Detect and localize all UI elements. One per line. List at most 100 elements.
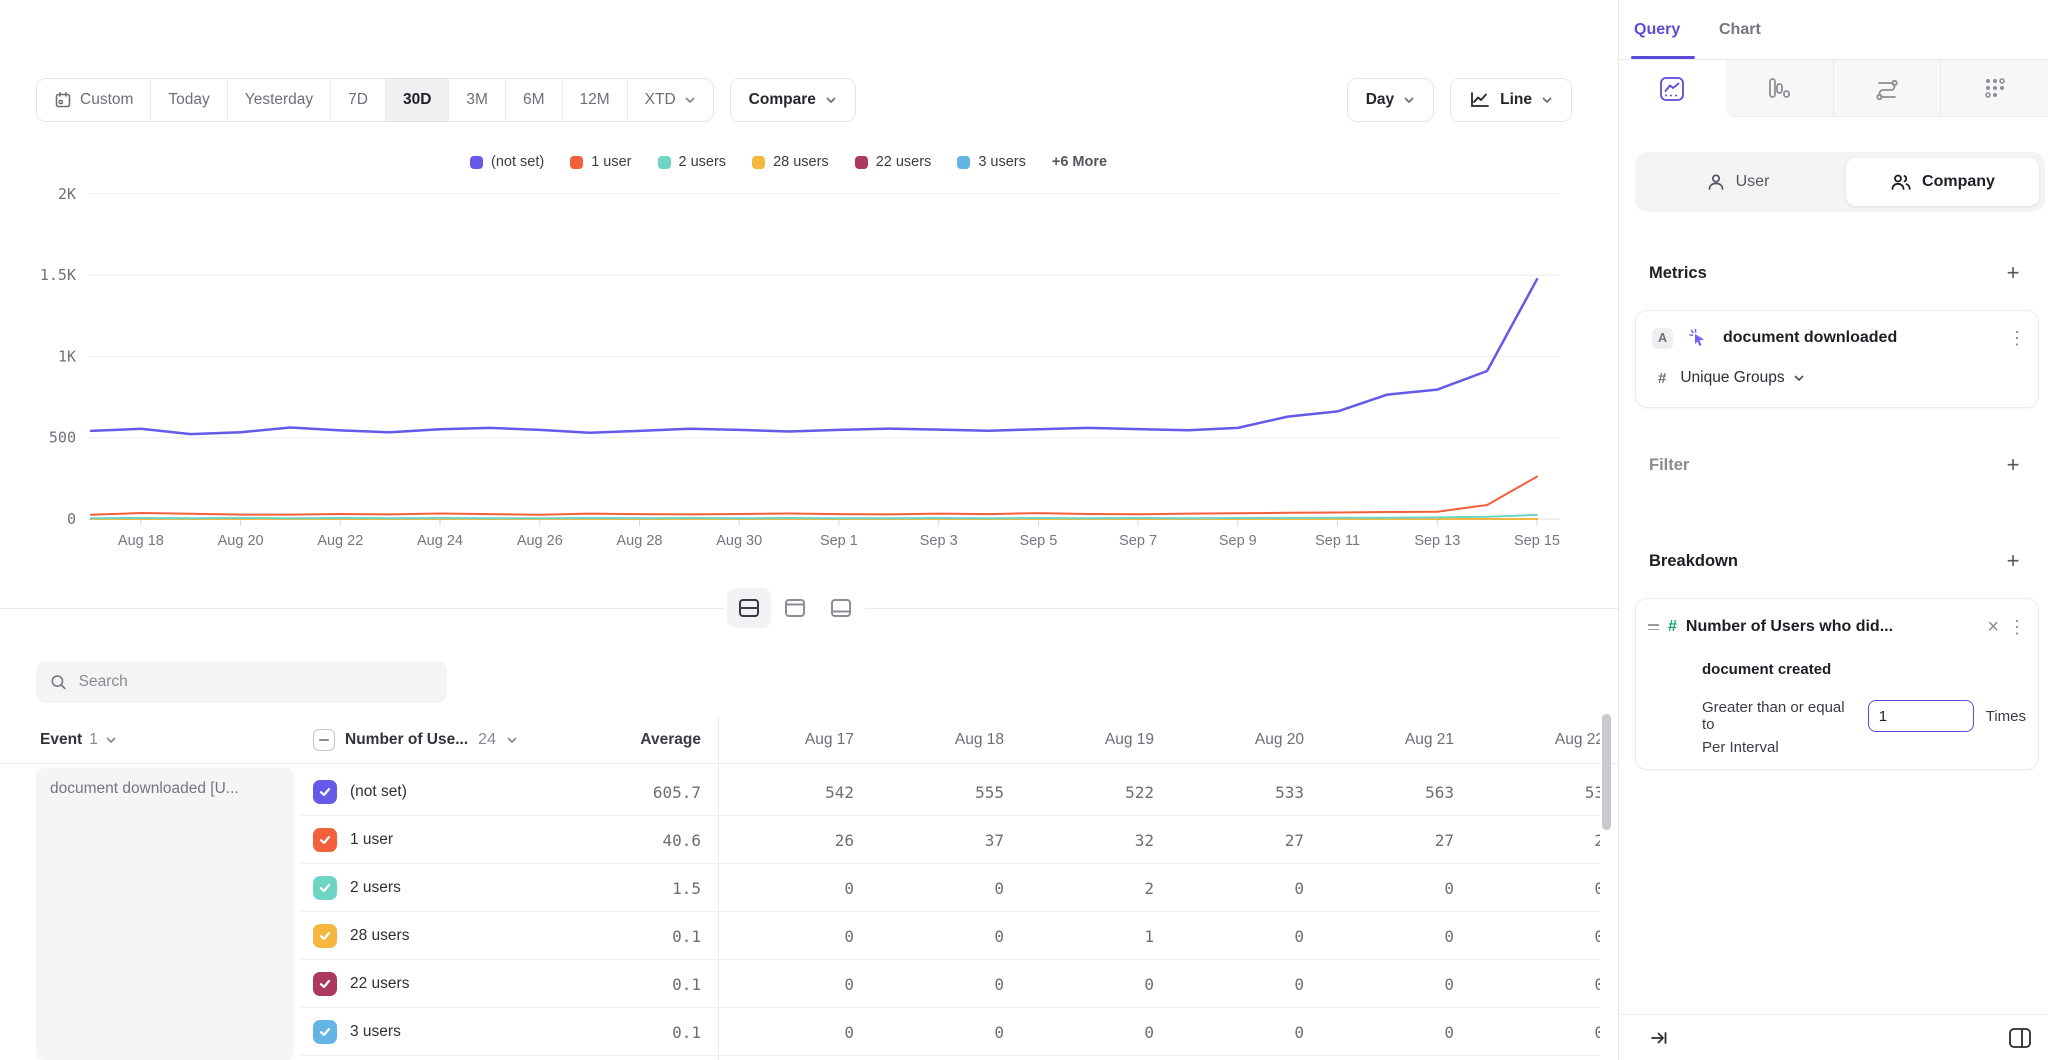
series-checkbox[interactable] <box>313 924 337 948</box>
legend-item[interactable]: 28 users <box>752 154 829 170</box>
legend-item[interactable]: 2 users <box>658 154 727 170</box>
table-row[interactable]: (not set)605.754255552253356353 <box>0 768 1618 816</box>
legend-swatch <box>957 156 970 169</box>
table-bottom-view-button[interactable] <box>819 588 863 628</box>
number-property-icon: # <box>1668 618 1677 636</box>
times-value-input[interactable] <box>1868 700 1974 732</box>
range-option-12m[interactable]: 12M <box>563 79 628 121</box>
range-option-today[interactable]: Today <box>151 79 227 121</box>
legend-item[interactable]: 22 users <box>855 154 932 170</box>
range-option-7d[interactable]: 7D <box>331 79 386 121</box>
table-row[interactable]: 28 users0.1001000 <box>0 912 1618 960</box>
tab-chart[interactable]: Chart <box>1719 0 1761 60</box>
value-cell: 1 <box>1018 912 1168 960</box>
dots-grid-type-button[interactable] <box>1940 60 2048 117</box>
table-row[interactable]: 22 users0.1000000 <box>0 960 1618 1008</box>
company-toggle-option[interactable]: Company <box>1846 158 2039 206</box>
flow-chart-icon <box>1874 75 1900 101</box>
chart-type-dropdown[interactable]: Line <box>1450 78 1572 122</box>
query-panel: Query Chart User Company Metrics + A <box>1618 0 2048 1060</box>
add-metric-button[interactable]: + <box>2000 260 2026 286</box>
value-cell: 0 <box>1018 1008 1168 1056</box>
tab-query[interactable]: Query <box>1634 0 1680 60</box>
legend-item[interactable]: 3 users <box>957 154 1026 170</box>
legend-label: 3 users <box>978 154 1026 170</box>
vertical-scrollbar[interactable] <box>1602 714 1611 830</box>
event-column-header[interactable]: Event 1 <box>40 716 117 764</box>
range-option-30d[interactable]: 30D <box>386 79 449 121</box>
per-interval-label[interactable]: Per Interval <box>1702 739 1779 756</box>
user-toggle-option[interactable]: User <box>1641 158 1834 206</box>
table-top-view-button[interactable] <box>773 588 817 628</box>
range-option-3m[interactable]: 3M <box>449 79 506 121</box>
chevron-down-icon <box>1541 94 1553 106</box>
table-row[interactable]: 2 users1.5002000 <box>0 864 1618 912</box>
series-label: (not set) <box>350 768 407 816</box>
value-cell: 0 <box>1318 1008 1468 1056</box>
series-label: 2 users <box>350 864 401 912</box>
split-view-button[interactable] <box>727 588 771 628</box>
date-column-header: Aug 21 <box>1318 716 1468 764</box>
split-view-icon[interactable] <box>2008 1027 2032 1049</box>
value-cell: 2 <box>1468 816 1600 864</box>
add-filter-button[interactable]: + <box>2000 452 2026 478</box>
series-column-label[interactable]: Number of Use... <box>345 731 468 749</box>
interval-dropdown[interactable]: Day <box>1347 78 1434 122</box>
svg-text:Sep 13: Sep 13 <box>1414 533 1460 549</box>
add-breakdown-button[interactable]: + <box>2000 548 2026 574</box>
check-icon <box>318 1025 332 1039</box>
legend-swatch <box>570 156 583 169</box>
svg-text:500: 500 <box>49 429 76 447</box>
chart-toolbar: CustomTodayYesterday7D30D 3M 6M12MXTD Comp… <box>0 78 1618 122</box>
series-checkbox[interactable] <box>313 780 337 804</box>
value-cell: 533 <box>1168 768 1318 816</box>
range-option-xtd[interactable]: XTD <box>628 79 713 121</box>
company-icon <box>1890 172 1912 192</box>
measure-dropdown[interactable]: Unique Groups <box>1680 369 1804 387</box>
flow-chart-type-button[interactable] <box>1833 60 1941 117</box>
measure-hash-icon: # <box>1658 370 1666 387</box>
range-option-yesterday[interactable]: Yesterday <box>228 79 331 121</box>
average-cell: 0.1 <box>555 912 701 960</box>
table-row[interactable]: 3 users0.1000000 <box>0 1008 1618 1056</box>
check-icon <box>318 785 332 799</box>
series-checkbox[interactable] <box>313 1020 337 1044</box>
metric-menu-icon[interactable]: ⋮ <box>2008 329 2026 347</box>
close-icon[interactable]: × <box>1987 617 1999 637</box>
legend-item[interactable]: 1 user <box>570 154 631 170</box>
average-cell: 0.1 <box>555 960 701 1008</box>
range-option-label: 3M <box>466 91 488 109</box>
value-cell: 27 <box>1168 816 1318 864</box>
breakdown-menu-icon[interactable]: ⋮ <box>2008 618 2026 636</box>
range-option-custom[interactable]: Custom <box>37 79 151 121</box>
average-column-header: Average <box>640 731 701 749</box>
panel-tabs: Query Chart <box>1619 0 2048 60</box>
breakdown-title[interactable]: Number of Users who did... <box>1686 618 1978 636</box>
table-row[interactable]: 1 user40.626373227272 <box>0 816 1618 864</box>
series-checkbox[interactable] <box>313 876 337 900</box>
svg-text:Sep 7: Sep 7 <box>1119 533 1157 549</box>
series-checkbox[interactable] <box>313 828 337 852</box>
collapse-panel-icon[interactable] <box>1649 1029 1669 1047</box>
compare-button[interactable]: Compare <box>730 78 856 122</box>
panel-footer <box>1619 1014 2048 1060</box>
legend-item[interactable]: (not set) <box>470 154 544 170</box>
series-label: 22 users <box>350 960 409 1008</box>
layout-toggle-group <box>724 584 866 632</box>
series-checkbox[interactable] <box>313 972 337 996</box>
drag-handle-icon[interactable] <box>1648 624 1659 630</box>
breakdown-condition-label[interactable]: Greater than or equal to <box>1702 699 1856 733</box>
range-option-6m[interactable]: 6M <box>506 79 563 121</box>
metric-event-name[interactable]: document downloaded <box>1723 329 1994 347</box>
search-input[interactable] <box>79 673 433 691</box>
metric-badge: A <box>1652 328 1673 349</box>
line-chart-type-button[interactable] <box>1619 60 1726 117</box>
bar-chart-type-button[interactable] <box>1726 60 1833 117</box>
chart-legend: (not set) 1 user 2 users 28 users 22 users 3 … <box>470 154 1107 170</box>
select-all-checkbox[interactable] <box>313 729 335 751</box>
measure-label: Unique Groups <box>1680 369 1784 387</box>
chevron-down-icon <box>506 734 518 746</box>
legend-more-button[interactable]: +6 More <box>1052 154 1107 170</box>
value-cell: 0 <box>718 960 868 1008</box>
breakdown-event-name[interactable]: document created <box>1702 661 1831 678</box>
